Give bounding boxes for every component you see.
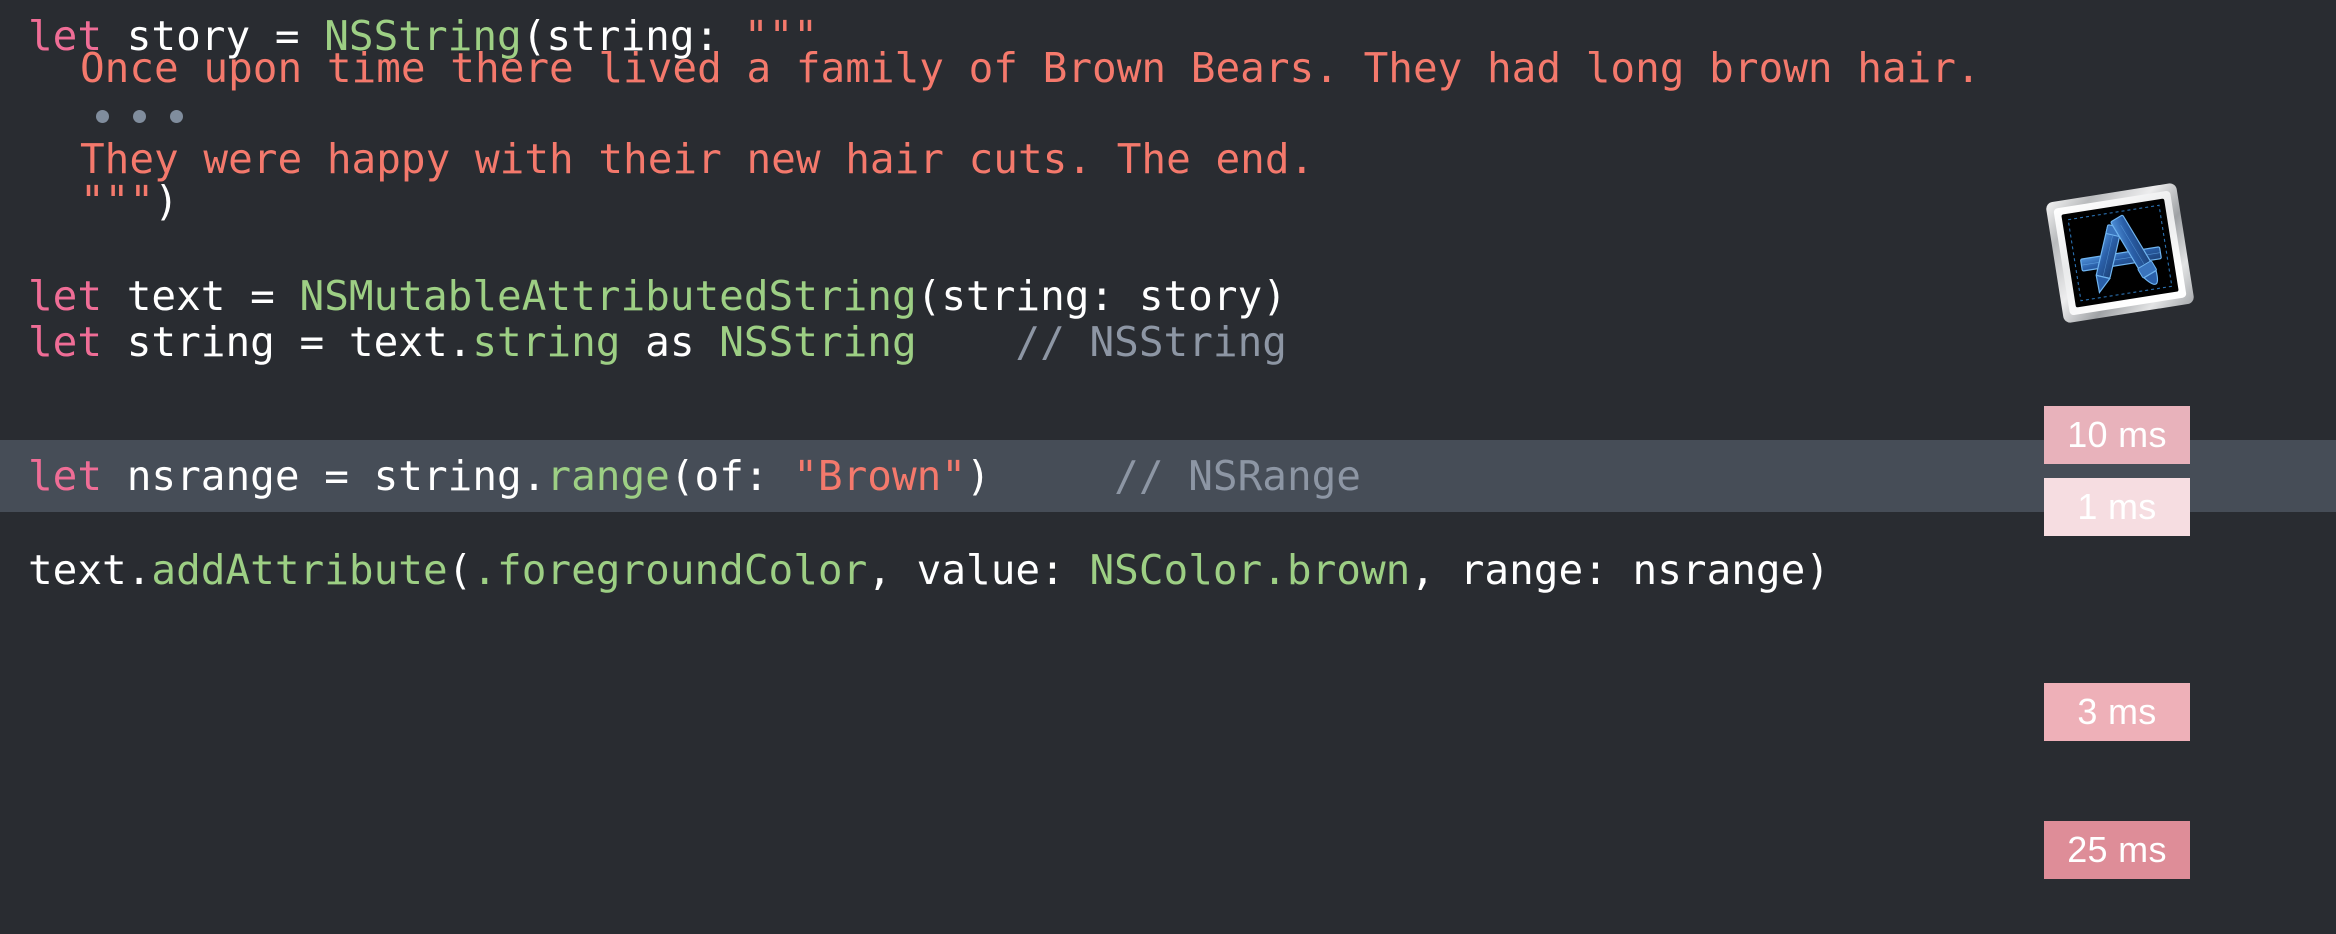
token-string-literal-brown: "Brown" [793, 452, 967, 500]
token-identifier-nsrange: nsrange [102, 452, 325, 500]
token-method-addattribute: addAttribute [151, 546, 448, 594]
timing-badge-25ms[interactable]: 25 ms [2044, 821, 2190, 879]
timing-badge-10ms[interactable]: 10 ms [2044, 406, 2190, 464]
code-line-9-content: text.addAttribute(.foregroundColor, valu… [0, 534, 1830, 606]
code-line-7-content: let string = text.string as NSString // … [0, 306, 1287, 378]
token-operator-equals-4: = [324, 452, 374, 500]
token-comment-nsrange: // NSRange [990, 452, 1361, 500]
code-line-2[interactable]: Once upon time there lived a family of B… [0, 32, 2336, 104]
token-operator-equals-3: = [299, 318, 349, 366]
token-identifier-string: string [102, 318, 300, 366]
token-separator-value: , value: [867, 546, 1090, 594]
fold-dot-1 [96, 110, 109, 123]
code-line-7[interactable]: let string = text.string as NSString // … [0, 306, 2336, 378]
code-line-5[interactable]: """) [0, 165, 2336, 237]
string-literal-line-1: Once upon time there lived a family of B… [80, 44, 1981, 92]
token-triple-quote-close: """ [80, 177, 155, 225]
fold-dot-2 [133, 110, 146, 123]
token-paren-close: ) [154, 177, 179, 225]
token-method-range: range [546, 452, 670, 500]
token-keyword-let-4: let [28, 452, 103, 500]
code-line-9[interactable]: text.addAttribute(.foregroundColor, valu… [0, 534, 2336, 606]
token-keyword-let-3: let [28, 318, 103, 366]
code-line-5-content: """) [0, 165, 179, 237]
token-property-string: string [472, 318, 621, 366]
token-type-nsstring-2: NSString [719, 318, 917, 366]
token-args-open-of: (of: [669, 452, 794, 500]
token-paren-open-2: ( [447, 546, 473, 594]
token-keyword-as: as [620, 318, 720, 366]
token-receiver-text: text. [348, 318, 473, 366]
code-editor-canvas[interactable]: let story = NSString(string: """ Once up… [0, 0, 2336, 934]
xcode-icon[interactable] [2038, 178, 2203, 328]
token-receiver-string: string. [373, 452, 547, 500]
code-line-8-highlighted[interactable]: let nsrange = string.range(of: "Brown") … [0, 440, 2336, 512]
token-value-nscolor-brown: NSColor.brown [1089, 546, 1411, 594]
token-comment-nsstring: // NSString [916, 318, 1287, 366]
token-separator-range: , range: nsrange) [1410, 546, 1830, 594]
timing-badge-1ms[interactable]: 1 ms [2044, 478, 2190, 536]
code-line-8-content: let nsrange = string.range(of: "Brown") … [0, 440, 1361, 512]
code-fold-ellipsis[interactable] [96, 110, 183, 123]
fold-dot-3 [170, 110, 183, 123]
token-receiver-text-2: text. [28, 546, 152, 594]
timing-badge-3ms[interactable]: 3 ms [2044, 683, 2190, 741]
token-attribute-key-foregroundcolor: .foregroundColor [472, 546, 868, 594]
token-args-close: ) [966, 452, 991, 500]
